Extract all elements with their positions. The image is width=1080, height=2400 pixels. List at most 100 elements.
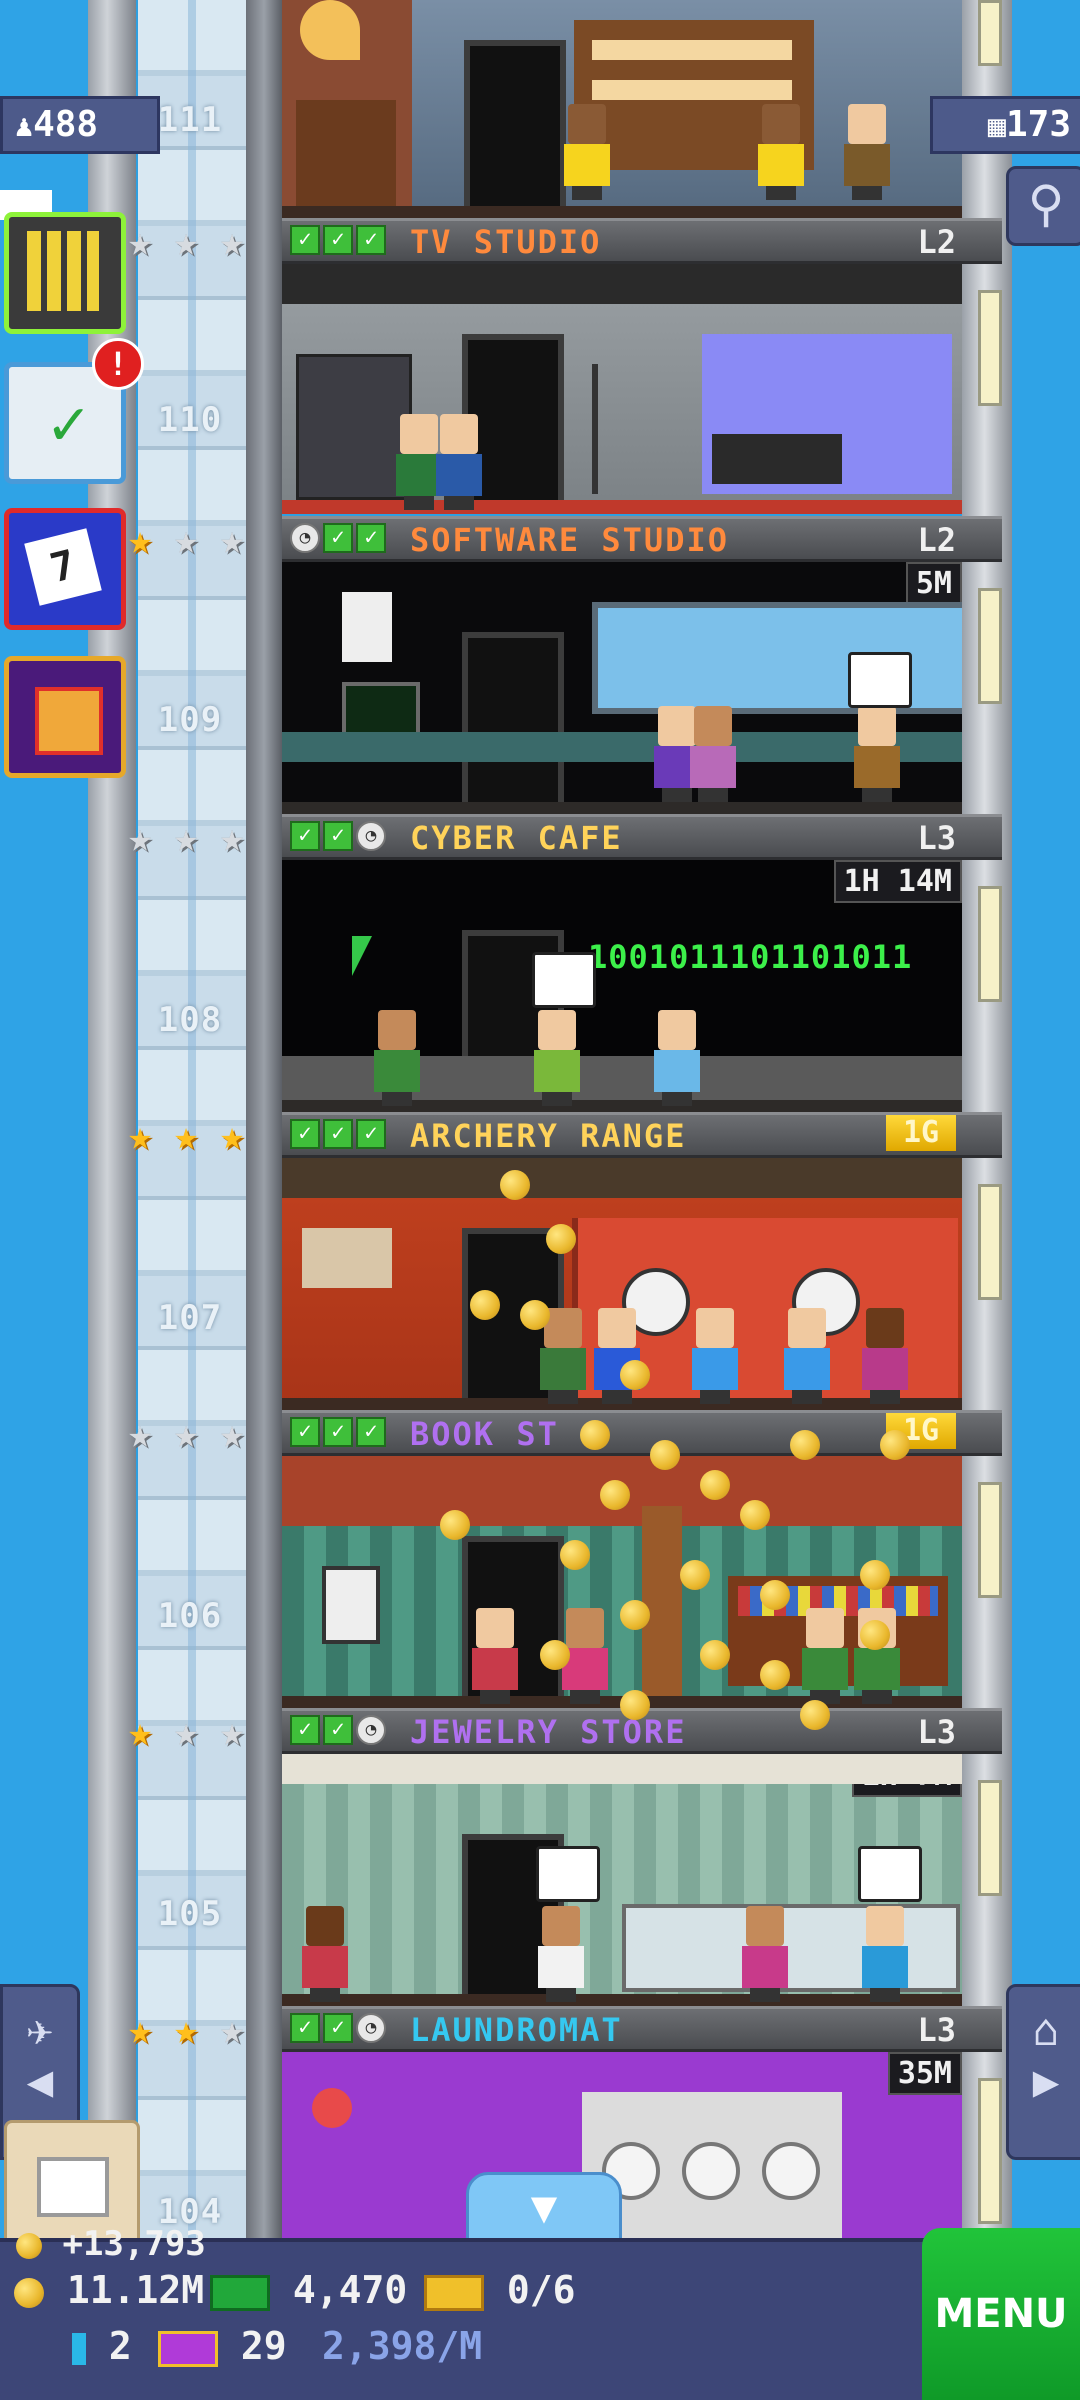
ticket-icon: [424, 2274, 484, 2311]
population-counter[interactable]: ♟488: [0, 96, 160, 154]
floor-stars: ★ ★ ★: [120, 1712, 252, 1752]
floor-stars: ★ ★ ★: [120, 222, 252, 262]
floor-stars: ★ ★ ★: [120, 520, 252, 560]
bux-counter[interactable]: 4,470: [210, 2268, 407, 2312]
arrow-left-icon: ◀: [26, 2056, 54, 2107]
floor-timer: 5M: [905, 562, 962, 605]
coin-particle: [800, 1700, 830, 1730]
coin-particle: [470, 1290, 500, 1320]
calendar-icon[interactable]: 7: [4, 508, 126, 630]
floor-108[interactable]: 1H 14M 1001011101101011: [282, 860, 962, 1112]
thought-bubble[interactable]: [848, 652, 912, 708]
coin-particle: [700, 1470, 730, 1500]
star-icon: ★: [219, 1113, 245, 1159]
coin-particle: [546, 1224, 576, 1254]
gift-icon[interactable]: [4, 656, 126, 778]
pillar-window: [978, 1184, 1002, 1300]
check-icon: ✓: [290, 821, 320, 851]
check-icon: ✓: [290, 1119, 320, 1149]
floor-label-bar[interactable]: ✓ ✓ ✓ TV STUDIO L2: [282, 218, 1002, 264]
star-icon: ★: [127, 1709, 153, 1755]
floor-105[interactable]: 1H 7M: [282, 1754, 962, 2006]
check-icon: ✓: [323, 1715, 353, 1745]
floor-number: 108: [157, 1000, 223, 1040]
coin-particle: [620, 1360, 650, 1390]
check-icon: ✓: [290, 1417, 320, 1447]
floor-name: LAUNDROMAT: [410, 2011, 623, 2049]
floor-level: L3: [917, 1713, 956, 1751]
building-small-icon: ▦: [987, 109, 1006, 144]
floor-name: CYBER CAFE: [410, 819, 623, 857]
floor-label-bar[interactable]: ◔ ✓ ✓ SOFTWARE STUDIO L2: [282, 516, 1002, 562]
check-icon: ✓: [323, 225, 353, 255]
floor-name: TV STUDIO: [410, 223, 602, 261]
floor-number: 107: [157, 1298, 223, 1338]
pillar-window: [978, 588, 1002, 704]
check-icon: ✓: [323, 1119, 353, 1149]
coins-counter[interactable]: 11.12M: [14, 2268, 204, 2312]
status-icons: ✓ ✓ ✓: [290, 225, 386, 255]
magnifier-icon[interactable]: ⚲: [1006, 166, 1080, 246]
star-icon: ★: [173, 2007, 199, 2053]
star-icon: ★: [173, 517, 199, 563]
coin-gain: +13,793: [16, 2224, 206, 2264]
star-icon: ★: [173, 219, 199, 265]
check-icon: ✓: [323, 1417, 353, 1447]
vip-counter[interactable]: 29: [158, 2324, 287, 2368]
floor-label-bar[interactable]: ✓ ✓ ◔ CYBER CAFE L3: [282, 814, 1002, 860]
floor-104[interactable]: 35M: [282, 2052, 962, 2238]
status-icons: ✓ ✓ ◔: [290, 2013, 386, 2043]
floor-111[interactable]: [282, 0, 962, 218]
vip-icon: [158, 2330, 218, 2367]
floor-name: ARCHERY RANGE: [410, 1117, 687, 1155]
floor-level: L3: [917, 2011, 956, 2049]
star-icon: ★: [173, 1411, 199, 1457]
floor-109[interactable]: 5M: [282, 562, 962, 814]
thought-bubble[interactable]: [536, 1846, 600, 1902]
check-icon: ✓: [323, 821, 353, 851]
coin-particle: [760, 1660, 790, 1690]
floor-name: SOFTWARE STUDIO: [410, 521, 729, 559]
coin-icon: [14, 2277, 44, 2308]
coin-particle: [740, 1500, 770, 1530]
star-icon: ★: [127, 815, 153, 861]
status-icons: ✓ ✓ ◔: [290, 1715, 386, 1745]
coin-particle: [860, 1560, 890, 1590]
coin-particle: [620, 1600, 650, 1630]
status-icons: ✓ ✓ ◔: [290, 821, 386, 851]
floor-label-bar[interactable]: ✓ ✓ ✓ ARCHERY RANGE 1G: [282, 1112, 1002, 1158]
thought-bubble[interactable]: [532, 952, 596, 1008]
pillar-window: [978, 1780, 1002, 1896]
floors-counter[interactable]: ▦173: [930, 96, 1080, 154]
check-icon: ✓: [356, 1119, 386, 1149]
home-nav-button[interactable]: ⌂ ▶: [1006, 1984, 1080, 2160]
coin-particle: [440, 1510, 470, 1540]
chevron-down-icon: ▼: [530, 2182, 558, 2233]
tickets-counter[interactable]: 0/6: [424, 2268, 576, 2312]
coin-particle: [680, 1560, 710, 1590]
scroll-down-button[interactable]: ▼: [466, 2172, 622, 2248]
check-icon: ✓: [323, 523, 353, 553]
clock-icon: ◔: [290, 523, 320, 553]
menu-button[interactable]: MENU: [922, 2228, 1080, 2400]
star-icon: ★: [219, 219, 245, 265]
star-icon: ★: [173, 1709, 199, 1755]
pillar-window: [978, 0, 1002, 66]
status-icons: ◔ ✓ ✓: [290, 523, 386, 553]
floor-stars: ★ ★ ★: [120, 1414, 252, 1454]
star-icon: ★: [219, 1709, 245, 1755]
floor-level: L2: [917, 521, 956, 559]
cafe-code: 1001011101101011: [588, 938, 913, 976]
thought-bubble[interactable]: [858, 1846, 922, 1902]
coin-particle: [760, 1580, 790, 1610]
building-icon[interactable]: [4, 212, 126, 334]
star-icon: ★: [219, 2007, 245, 2053]
game-scene: 111 ✓ ✓ ✓ TV STUDIO L2 ★ ★ ★ 110 ◔ ✓ ✓ S…: [0, 0, 1080, 2400]
floor-110[interactable]: [282, 264, 962, 514]
floor-label-bar[interactable]: ✓ ✓ ◔ LAUNDROMAT L3: [282, 2006, 1002, 2052]
check-icon: ✓: [356, 1417, 386, 1447]
star-icon: ★: [173, 1113, 199, 1159]
gems-counter[interactable]: 2: [72, 2324, 132, 2368]
floor-timer: 1H 14M: [833, 860, 962, 903]
collect-gold-tag[interactable]: 1G: [886, 1115, 956, 1151]
